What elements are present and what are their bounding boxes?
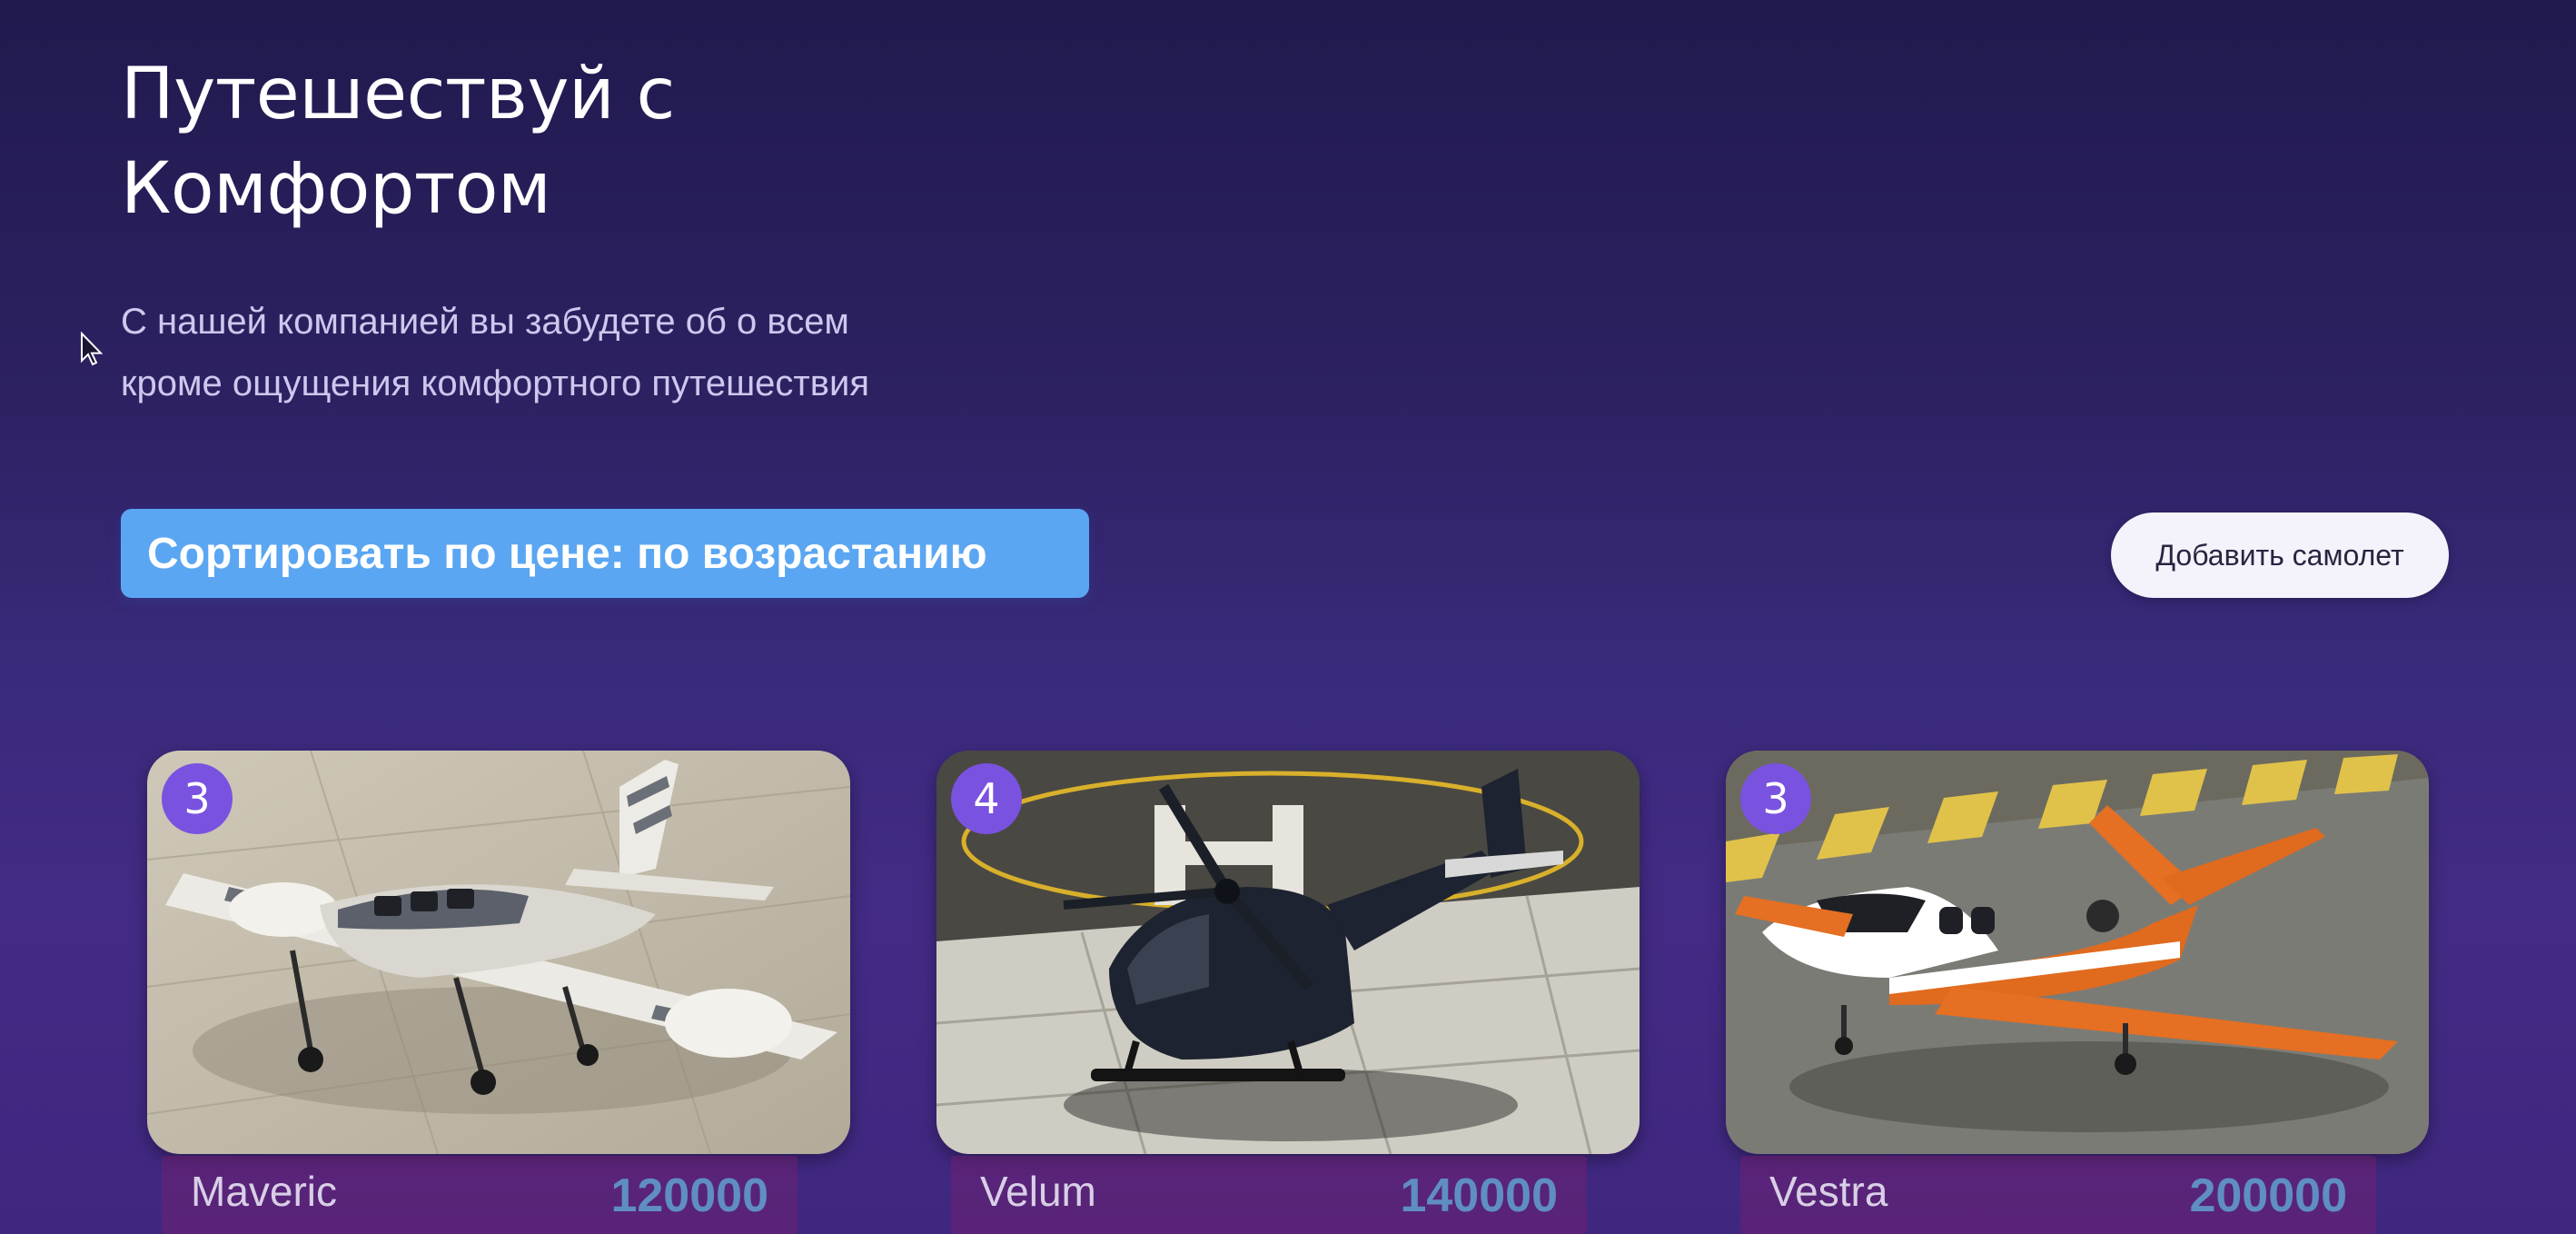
- plane-price: 120000: [610, 1169, 768, 1222]
- page-subtitle-line-2: кроме ощущения комфортного путешествия: [121, 363, 870, 403]
- plane-card-footer: Vestra 200000: [1740, 1156, 2376, 1234]
- plane-card[interactable]: 3 Maveric 120000: [147, 751, 850, 1234]
- page-subtitle: С нашей компанией вы забудете об о всем …: [121, 291, 869, 414]
- plane-price: 200000: [2189, 1169, 2347, 1222]
- orange-jet-image: [1726, 751, 2429, 1154]
- seat-count-badge: 3: [162, 763, 233, 834]
- page-title: Путешествуй с Комфортом: [121, 47, 675, 236]
- twin-prop-plane-image: [147, 751, 850, 1154]
- page-subtitle-line-1: С нашей компанией вы забудете об о всем: [121, 302, 849, 342]
- plane-card-footer: Maveric 120000: [162, 1156, 798, 1234]
- plane-price: 140000: [1400, 1169, 1558, 1222]
- seat-count-badge: 3: [1740, 763, 1811, 834]
- page: Путешествуй с Комфортом С нашей компание…: [0, 0, 2576, 1234]
- plane-image-vestra[interactable]: 3: [1726, 751, 2429, 1154]
- page-title-line-2: Комфортом: [121, 148, 551, 230]
- add-plane-button[interactable]: Добавить самолет: [2111, 513, 2449, 598]
- sort-by-price-button[interactable]: Сортировать по цене: по возрастанию: [121, 509, 1089, 598]
- helicopter-image: [936, 751, 1640, 1154]
- plane-name: Vestra: [1769, 1168, 1888, 1215]
- plane-card[interactable]: 3 Vestra 200000: [1726, 751, 2429, 1234]
- seat-count-badge: 4: [951, 763, 1022, 834]
- plane-name: Maveric: [191, 1168, 338, 1215]
- page-title-line-1: Путешествуй с: [121, 54, 675, 135]
- plane-card-footer: Velum 140000: [951, 1156, 1587, 1234]
- plane-name: Velum: [980, 1168, 1096, 1215]
- plane-image-maveric[interactable]: 3: [147, 751, 850, 1154]
- mouse-cursor-icon: [81, 332, 104, 366]
- plane-image-velum[interactable]: 4: [936, 751, 1640, 1154]
- plane-card[interactable]: 4 Velum 140000: [936, 751, 1640, 1234]
